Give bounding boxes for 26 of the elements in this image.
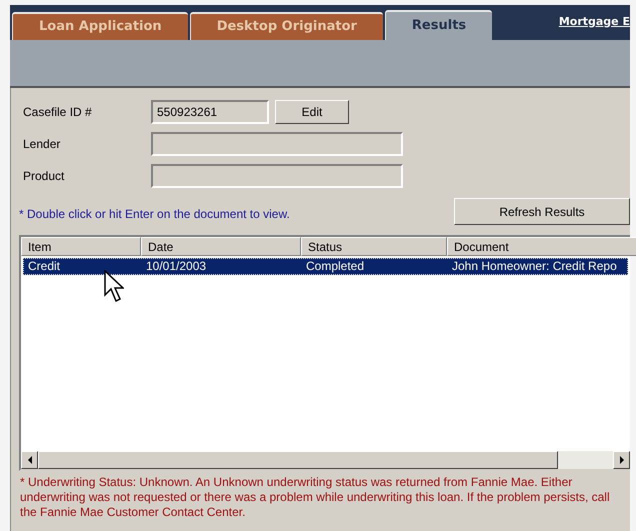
header-link[interactable]: Mortgage E	[558, 14, 630, 30]
input-field[interactable]	[151, 164, 403, 188]
column-header[interactable]: Status	[301, 237, 447, 256]
edit-button[interactable]: Edit	[275, 100, 349, 124]
list-cell-text: John Homeowner: Credit Repo	[451, 259, 618, 274]
list-row[interactable]: Credit 10/01/2003 Completed John Homeowner: Credit Repo	[23, 258, 628, 275]
cursor-icon	[104, 270, 124, 304]
list-cell-text: Credit	[27, 259, 62, 274]
status-message: * Underwriting Status: Unknown. An Unknown underwriting status was returned from Fannie Mae. Either underwriting was not requested or there was a problem while underwriting this loan. If the problem persists, call the Fannie Mae Customer Contact Center.	[20, 475, 611, 520]
scroll-left-button[interactable]	[21, 451, 38, 469]
refresh-button[interactable]: Refresh Results	[454, 198, 630, 225]
list-cell-text: 10/01/2003	[145, 259, 208, 274]
input-field[interactable]: 550923261	[151, 100, 269, 124]
field-label: Lender	[23, 136, 62, 153]
hint-text: * Double click or hit Enter on the document to view.	[19, 206, 290, 223]
field-label: Casefile ID #	[23, 104, 93, 121]
input-field[interactable]	[151, 132, 403, 156]
right-arrow-icon	[620, 456, 624, 464]
list-cell-text: Completed	[305, 259, 366, 274]
column-header[interactable]: Item	[21, 237, 141, 256]
field-label: Product	[23, 168, 66, 185]
scroll-right-button[interactable]	[613, 451, 630, 469]
column-header[interactable]: Date	[141, 237, 301, 256]
tab[interactable]: Results	[384, 10, 492, 40]
left-arrow-icon	[28, 456, 32, 464]
column-header[interactable]: Document	[447, 237, 636, 256]
